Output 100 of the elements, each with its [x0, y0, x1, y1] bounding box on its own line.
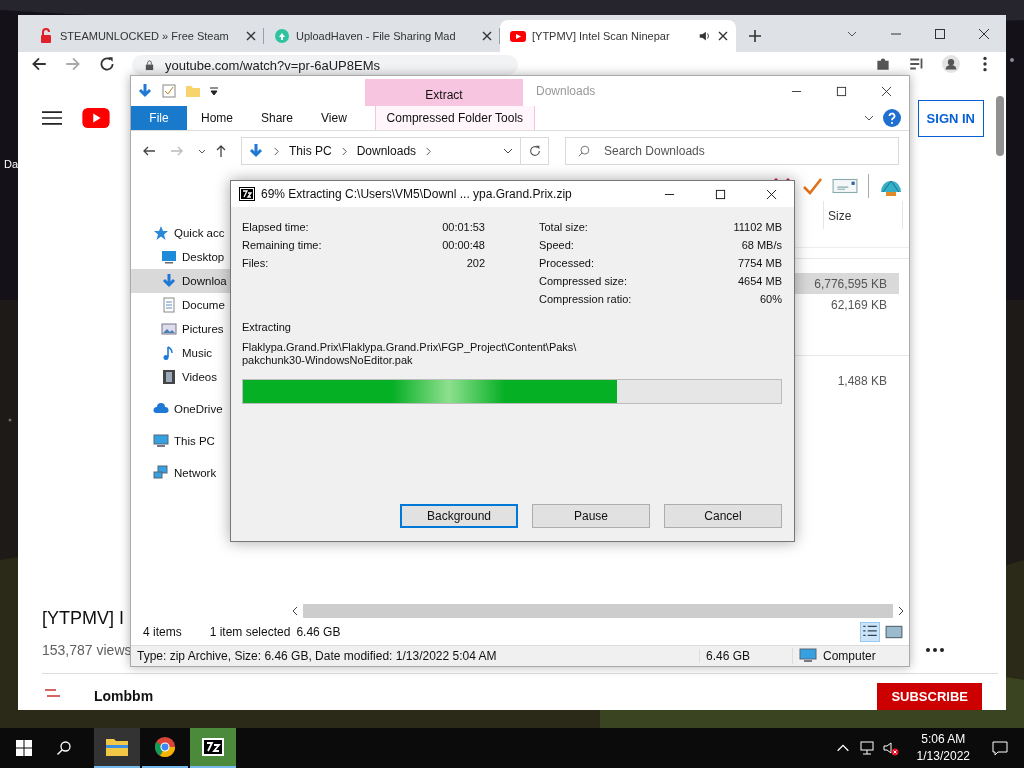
- ribbon-tab[interactable]: Share: [247, 106, 308, 130]
- close-icon[interactable]: [482, 31, 492, 41]
- window-title: Downloads: [536, 84, 596, 98]
- taskbar-button[interactable]: [190, 728, 236, 768]
- tiles-view-icon[interactable]: [885, 623, 903, 641]
- stat-label: Elapsed time:: [242, 221, 309, 235]
- scroll-right-icon[interactable]: [897, 606, 905, 616]
- download-icon[interactable]: [137, 83, 153, 99]
- close-icon[interactable]: [766, 188, 777, 200]
- item-count: 4 items: [143, 625, 182, 639]
- dialog-button[interactable]: Background: [400, 504, 518, 528]
- nav-item[interactable]: Desktop: [131, 245, 231, 269]
- play-icon[interactable]: [82, 108, 110, 128]
- taskbar-button[interactable]: [94, 728, 140, 768]
- computer-icon: [153, 433, 169, 449]
- profile-icon[interactable]: [942, 55, 960, 73]
- back-icon[interactable]: [30, 55, 48, 73]
- desktop-icon-label[interactable]: Da: [4, 158, 19, 170]
- muted-speaker-icon[interactable]: [882, 740, 899, 756]
- download-icon: [161, 273, 177, 289]
- chevron-right-icon[interactable]: [340, 146, 348, 156]
- more-icon[interactable]: [926, 648, 944, 652]
- plus-icon[interactable]: [748, 29, 762, 43]
- file-tab[interactable]: File: [131, 106, 187, 130]
- breadcrumb-item[interactable]: This PC: [289, 144, 332, 158]
- scrollbar-thumb[interactable]: [303, 604, 893, 618]
- sign-in-button[interactable]: SIGN IN: [917, 99, 984, 137]
- selection-size: 6.46 GB: [296, 625, 341, 639]
- menu-icon[interactable]: [42, 110, 62, 126]
- windows-icon[interactable]: [16, 740, 32, 756]
- dialog-button[interactable]: Pause: [532, 504, 650, 528]
- maximize-icon[interactable]: [715, 188, 726, 200]
- file-path: Flaklypa.Grand.Prix\Flaklypa.Grand.Prix\FGP_Project\Content\Paks\: [242, 341, 578, 354]
- nav-item[interactable]: OneDrive: [131, 397, 231, 421]
- nav-item[interactable]: Quick acc: [131, 221, 231, 245]
- speaker-icon[interactable]: [698, 29, 712, 43]
- details-view-icon[interactable]: [861, 623, 879, 641]
- close-icon[interactable]: [246, 31, 256, 41]
- scroll-left-icon[interactable]: [291, 606, 299, 616]
- status-text: Extracting: [242, 321, 292, 333]
- help-icon[interactable]: [883, 109, 901, 127]
- nav-item[interactable]: Music: [131, 341, 231, 365]
- dropdown-icon[interactable]: [209, 86, 219, 96]
- context-tab-header: Extract: [365, 79, 523, 106]
- maximize-icon[interactable]: [934, 28, 946, 40]
- monitor-icon: [161, 249, 177, 265]
- network-icon[interactable]: [858, 740, 875, 756]
- nav-item[interactable]: Pictures: [131, 317, 231, 341]
- download-icon: [248, 143, 264, 159]
- notification-icon[interactable]: [992, 740, 1008, 756]
- browser-tab[interactable]: STEAMUNLOCKED » Free Steam: [28, 20, 264, 52]
- stat-value: 60%: [759, 293, 782, 307]
- column-header[interactable]: Size: [824, 201, 902, 223]
- selection-count: 1 item selected: [209, 625, 291, 639]
- archive-icon: [239, 187, 255, 201]
- clock-time[interactable]: 5:06 AM: [921, 731, 966, 748]
- reload-icon[interactable]: [98, 55, 116, 73]
- nav-item[interactable]: Videos: [131, 365, 231, 389]
- maximize-icon[interactable]: [836, 85, 847, 97]
- window-title: 69% Extracting C:\Users\VM5\Downl ... ypa.Grand.Prix.zip: [261, 187, 572, 201]
- stat-label: Remaining time:: [242, 239, 322, 253]
- browser-tab[interactable]: UploadHaven - File Sharing Mad: [264, 20, 500, 52]
- nav-item[interactable]: Network: [131, 461, 231, 485]
- refresh-button[interactable]: [521, 137, 549, 165]
- view-count: 153,787 views: [42, 642, 132, 658]
- address-bar[interactable]: This PC Downloads: [241, 137, 521, 165]
- search-field[interactable]: Search Downloads: [565, 137, 899, 165]
- close-icon[interactable]: [978, 28, 990, 40]
- address-bar[interactable]: youtube.com/watch?v=pr-6aUP8EMs: [132, 55, 518, 75]
- dialog-button[interactable]: Cancel: [664, 504, 782, 528]
- close-icon[interactable]: [881, 85, 892, 97]
- stat-label: Speed:: [539, 239, 574, 253]
- stat-value: 00:00:48: [442, 239, 485, 253]
- stat-value: 4654 MB: [737, 275, 782, 289]
- chevron-right-icon[interactable]: [425, 146, 433, 156]
- chevron-right-icon[interactable]: [273, 146, 280, 156]
- star-icon: [153, 225, 169, 241]
- stat-value: 7754 MB: [737, 257, 782, 271]
- network-icon: [153, 465, 169, 481]
- refresh-icon: [527, 144, 542, 158]
- breadcrumb-item[interactable]: Downloads: [356, 144, 417, 158]
- close-icon[interactable]: [718, 31, 728, 41]
- cloud-icon: [274, 28, 290, 44]
- search-icon[interactable]: [56, 740, 72, 756]
- nav-item[interactable]: This PC: [131, 429, 231, 453]
- search-icon: [577, 144, 591, 158]
- nav-item[interactable]: Docume: [131, 293, 231, 317]
- browser-tab[interactable]: [YTPMV] Intel Scan Ninepar: [500, 20, 736, 52]
- clock-date[interactable]: 1/13/2022: [916, 748, 970, 765]
- checkmark-icon[interactable]: [802, 176, 822, 196]
- nav-item[interactable]: Downloa: [131, 269, 231, 293]
- stat-label: Files:: [242, 257, 269, 271]
- ribbon-tab[interactable]: Home: [187, 106, 247, 130]
- ribbon-tab[interactable]: View: [307, 106, 361, 130]
- folder-icon: [105, 736, 129, 758]
- channel-name[interactable]: Lombbm: [94, 688, 154, 704]
- checkbox-icon[interactable]: [161, 83, 177, 99]
- file-size: 6.46 GB: [699, 649, 792, 663]
- scrollbar-thumb[interactable]: [996, 96, 1004, 156]
- subscribe-button[interactable]: SUBSCRIBE: [877, 682, 982, 710]
